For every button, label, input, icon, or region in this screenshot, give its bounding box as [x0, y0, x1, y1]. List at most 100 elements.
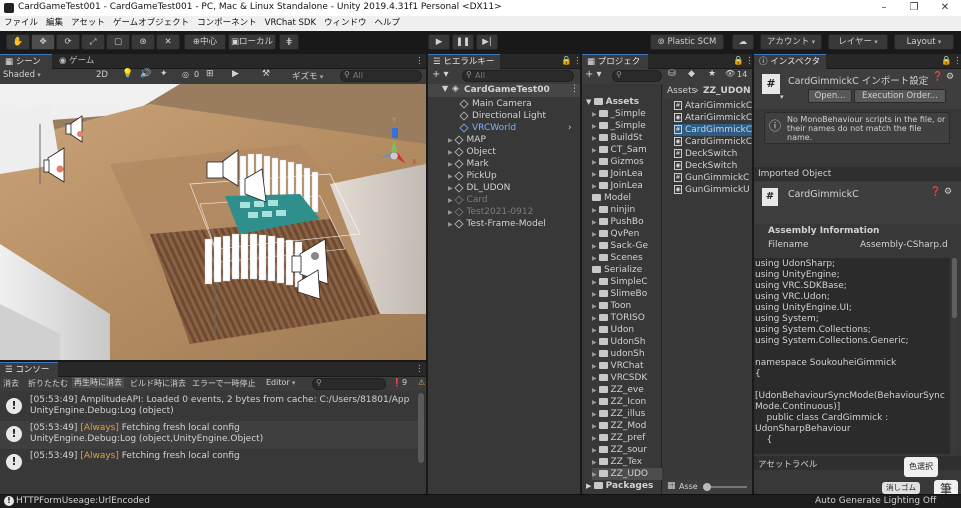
expand-arrow-icon[interactable]: ▶	[592, 279, 599, 286]
expand-arrow-icon[interactable]: ▶	[592, 243, 599, 250]
favorites-icon[interactable]: ★	[708, 69, 716, 79]
expand-arrow-icon[interactable]: ▶	[592, 219, 599, 226]
folder-item[interactable]: ▶ ZZ_Icon	[592, 396, 646, 408]
menu-edit[interactable]: 編集	[42, 16, 67, 31]
expand-arrow-icon[interactable]: ▶	[592, 375, 599, 382]
expand-arrow-icon[interactable]: ▶	[592, 123, 599, 130]
pause-button[interactable]: ❚❚	[452, 34, 474, 50]
expand-arrow-icon[interactable]: ▶	[592, 459, 599, 466]
file-item[interactable]: ◉ GunGimmickU	[674, 184, 752, 196]
close-button[interactable]: ✕	[929, 0, 961, 16]
folder-item[interactable]: ▶ PushBo	[592, 216, 644, 228]
project-search-input[interactable]	[612, 70, 662, 82]
expand-arrow-icon[interactable]: ▶	[592, 147, 599, 154]
menu-component[interactable]: コンポーネント	[193, 16, 261, 31]
expand-arrow-icon[interactable]: ▶	[592, 399, 599, 406]
breadcrumb-root[interactable]: Assets	[667, 86, 696, 96]
transform-tool-icon[interactable]: ⊛	[131, 34, 155, 50]
custom-tool-icon[interactable]: ✕	[156, 34, 180, 50]
hierarchy-item[interactable]: VRCWorld ›	[459, 122, 572, 134]
scene-menu-icon[interactable]: ⋮	[570, 84, 579, 94]
folder-item[interactable]: ▶ ZZ_illus	[592, 408, 645, 420]
error-pause-button[interactable]: エラーで一時停止	[192, 378, 256, 389]
folder-item[interactable]: ▶ _Simple	[592, 108, 646, 120]
inspector-scrollbar[interactable]	[952, 258, 957, 454]
file-item[interactable]: # AtariGimmickC	[674, 100, 752, 112]
folder-item[interactable]: ▶ ZZ_UDO	[592, 468, 662, 480]
log-entry[interactable]: ! [05:53:49] AmplitudeAPI: Loaded 0 even…	[0, 393, 418, 421]
expand-arrow-icon[interactable]: ▶	[592, 135, 599, 142]
rotate-tool-icon[interactable]: ⟳	[56, 34, 80, 50]
expand-arrow-icon[interactable]: ▶	[592, 315, 599, 322]
camera-icon[interactable]: ▶	[232, 69, 239, 79]
expand-arrow-icon[interactable]: ▶	[592, 159, 599, 166]
file-item[interactable]: # DeckSwitch	[674, 148, 752, 160]
expand-arrow-icon[interactable]: ▶	[448, 209, 455, 216]
tab-inspector[interactable]: ⓘ インスペクター	[754, 54, 826, 82]
hierarchy-item[interactable]: ▶ MAP	[448, 134, 486, 146]
folder-item[interactable]: ▶ SimpleC	[592, 276, 648, 288]
inspector-menu-icon[interactable]: ⋮	[948, 54, 961, 69]
log-entry[interactable]: ! [05:53:49] [Always] Fetching fresh loc…	[0, 421, 418, 449]
expand-arrow-icon[interactable]: ▶	[592, 423, 599, 430]
folder-item[interactable]: ▶ Gizmos	[592, 156, 644, 168]
expand-arrow-icon[interactable]: ▶	[592, 303, 599, 310]
folder-item[interactable]: ▶ SlimeBo	[592, 288, 647, 300]
scale-tool-icon[interactable]: ⤢	[81, 34, 105, 50]
hierarchy-item[interactable]: ▶ Card	[448, 194, 488, 206]
rect-tool-icon[interactable]: ▢	[106, 34, 130, 50]
file-item[interactable]: ◉ AtariGimmickC	[674, 112, 752, 124]
console-menu-icon[interactable]: ⋮	[410, 362, 429, 377]
execution-order-button[interactable]: Execution Order...	[854, 89, 946, 103]
expand-arrow-icon[interactable]: ▶	[448, 173, 455, 180]
folder-item[interactable]: ▶ JoinLea	[592, 168, 643, 180]
folder-item[interactable]: ▶ Sack-Ge	[592, 240, 648, 252]
hierarchy-item[interactable]: ▶ Object	[448, 146, 496, 158]
2d-toggle[interactable]: 2D	[96, 70, 108, 80]
folder-item[interactable]: ▶ CT_Sam	[592, 144, 647, 156]
folder-item[interactable]: ▶ ZZ_Mod	[592, 420, 646, 432]
file-item[interactable]: ◉ CardGimmickC	[674, 136, 752, 148]
packages-root[interactable]: ▶ Packages	[586, 480, 653, 492]
expand-arrow-icon[interactable]: ▶	[448, 137, 455, 144]
lighting-icon[interactable]: 💡	[122, 69, 133, 79]
tab-project[interactable]: ▦ プロジェクト	[582, 54, 648, 82]
gizmos-dropdown[interactable]: ギズモ	[292, 70, 323, 82]
status-lighting[interactable]: Auto Generate Lighting Off	[815, 496, 936, 506]
filter-type-icon[interactable]: ⛁	[668, 69, 676, 79]
console-search-input[interactable]	[312, 378, 386, 390]
collapse-button[interactable]: 折りたたむ	[28, 378, 68, 389]
editor-dropdown[interactable]: Editor	[266, 378, 295, 387]
hierarchy-item[interactable]: ▶ PickUp	[448, 170, 497, 182]
menu-gameobject[interactable]: ゲームオブジェクト	[109, 16, 193, 31]
folder-item[interactable]: ▶ udonSh	[592, 348, 645, 360]
tab-console[interactable]: ☰ コンソール	[0, 362, 58, 390]
warning-icon[interactable]: ⚠	[418, 378, 425, 387]
expand-arrow-icon[interactable]: ▶	[448, 221, 455, 228]
hand-tool-icon[interactable]: ✋	[6, 34, 30, 50]
help-icon[interactable]: ❓	[932, 72, 943, 82]
expand-arrow-icon[interactable]: ▶	[448, 149, 455, 156]
folder-item[interactable]: ▶ Udon	[592, 324, 634, 336]
expand-arrow-icon[interactable]: ▶	[592, 447, 599, 454]
create-button[interactable]: + ▾	[432, 69, 449, 80]
grid-snap-icon[interactable]: ⋕	[279, 34, 299, 50]
prefab-open-icon[interactable]: ›	[568, 122, 572, 134]
inspector-dropdown-icon[interactable]: ▾	[780, 93, 784, 101]
account-dropdown[interactable]: アカウント	[760, 34, 822, 50]
create-asset-button[interactable]: + ▾	[585, 69, 602, 80]
menu-vrchat-sdk[interactable]: VRChat SDK	[261, 16, 320, 31]
expand-arrow-icon[interactable]: ▶	[592, 327, 599, 334]
breadcrumb-current[interactable]: ZZ_UDON	[703, 86, 751, 96]
effects-icon[interactable]: ✦	[160, 69, 168, 79]
info-count-badge[interactable]: ❗9	[392, 378, 407, 387]
hierarchy-item[interactable]: Main Camera	[459, 98, 532, 110]
filter-label-icon[interactable]: ◆	[688, 69, 695, 79]
component-help-icon[interactable]: ❓	[930, 187, 941, 197]
folder-item[interactable]: ▶ _Simple	[592, 120, 646, 132]
scene-root-row[interactable]: ▼ ◈ CardGameTest00 ⋮	[428, 84, 580, 97]
expand-arrow-icon[interactable]: ▶	[592, 291, 599, 298]
maximize-button[interactable]: ❐	[898, 0, 930, 16]
folder-item[interactable]: ▶ Toon	[592, 300, 631, 312]
expand-arrow-icon[interactable]: ▶	[592, 411, 599, 418]
